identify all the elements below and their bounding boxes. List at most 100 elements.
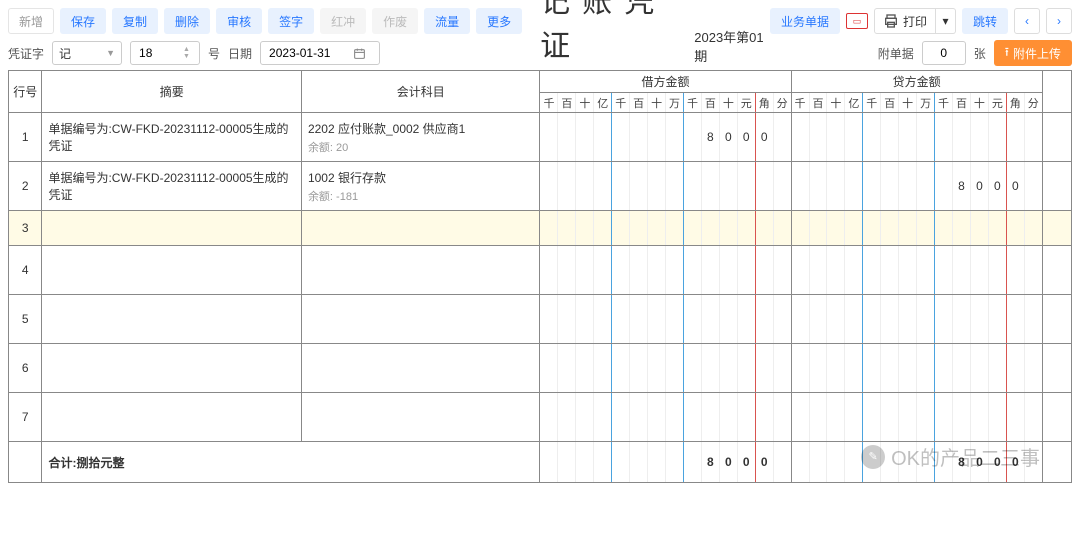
credit-cell[interactable]: [791, 344, 1042, 393]
row-action[interactable]: [1042, 162, 1071, 211]
digit-cell: [540, 246, 557, 294]
digit-cell: [593, 393, 611, 441]
more-button[interactable]: 更多: [476, 8, 522, 34]
subject-cell[interactable]: [302, 224, 540, 232]
debit-cell[interactable]: 8000: [540, 113, 791, 162]
table-row[interactable]: 7: [9, 393, 1072, 442]
digit-cell: [1024, 295, 1042, 343]
digit-label: 千: [683, 93, 701, 112]
summary-cell[interactable]: 单据编号为:CW-FKD-20231112-00005生成的凭证: [42, 116, 300, 158]
digit-cell: [665, 211, 683, 245]
digit-cell: [844, 246, 862, 294]
row-action[interactable]: [1042, 295, 1071, 344]
digit-cell: [934, 295, 952, 343]
debit-cell[interactable]: [540, 344, 791, 393]
table-row[interactable]: 1单据编号为:CW-FKD-20231112-00005生成的凭证2202 应付…: [9, 113, 1072, 162]
void-button[interactable]: 作废: [372, 8, 418, 34]
digit-cell: [701, 344, 719, 392]
voucher-word-select[interactable]: 记 ▼: [52, 41, 122, 65]
next-voucher-button[interactable]: ›: [1046, 8, 1072, 34]
credit-cell[interactable]: [791, 246, 1042, 295]
debit-cell[interactable]: [540, 162, 791, 211]
debit-digit-header: 千百十亿千百十万千百十元角分: [540, 93, 791, 113]
table-row[interactable]: 2单据编号为:CW-FKD-20231112-00005生成的凭证1002 银行…: [9, 162, 1072, 211]
table-row[interactable]: 6: [9, 344, 1072, 393]
summary-cell[interactable]: [42, 266, 300, 274]
credit-cell[interactable]: [791, 295, 1042, 344]
digit-cell: [880, 246, 898, 294]
digit-cell: [557, 295, 575, 343]
digit-cell: [737, 344, 755, 392]
table-row[interactable]: 5: [9, 295, 1072, 344]
copy-button[interactable]: 复制: [112, 8, 158, 34]
table-row[interactable]: 4: [9, 246, 1072, 295]
save-button[interactable]: 保存: [60, 8, 106, 34]
credit-cell[interactable]: [791, 393, 1042, 442]
print-dropdown[interactable]: ▾: [936, 8, 956, 34]
summary-cell[interactable]: [42, 413, 300, 421]
jump-button[interactable]: 跳转: [962, 8, 1008, 34]
digit-cell: [898, 211, 916, 245]
table-row[interactable]: 3: [9, 211, 1072, 246]
debit-cell[interactable]: [540, 246, 791, 295]
credit-cell[interactable]: 8000: [791, 162, 1042, 211]
credit-cell[interactable]: [791, 211, 1042, 246]
reverse-button[interactable]: 红冲: [320, 8, 366, 34]
upload-button[interactable]: ⭱ 附件上传: [994, 40, 1072, 66]
credit-cell[interactable]: [791, 113, 1042, 162]
digit-cell: [683, 113, 701, 161]
step-up-icon[interactable]: ▲: [183, 46, 197, 53]
digit-cell: [575, 344, 593, 392]
digit-cell: [988, 246, 1006, 294]
delete-button[interactable]: 删除: [164, 8, 210, 34]
date-value[interactable]: [267, 45, 349, 61]
summary-cell[interactable]: 单据编号为:CW-FKD-20231112-00005生成的凭证: [42, 165, 300, 207]
summary-cell[interactable]: [42, 364, 300, 372]
audit-button[interactable]: 审核: [216, 8, 262, 34]
subject-cell[interactable]: [302, 413, 540, 421]
row-action[interactable]: [1042, 246, 1071, 295]
digit-cell: [593, 246, 611, 294]
summary-cell[interactable]: [42, 224, 300, 232]
subject-cell[interactable]: 2202 应付账款_0002 供应商1余额: 20: [302, 116, 540, 159]
digit-cell: [629, 393, 647, 441]
row-action[interactable]: [1042, 211, 1071, 246]
row-action[interactable]: [1042, 113, 1071, 162]
voucher-number-input[interactable]: ▲▼: [130, 41, 200, 65]
subject-cell[interactable]: [302, 315, 540, 323]
digit-cell: [916, 211, 934, 245]
debit-cell[interactable]: [540, 211, 791, 246]
print-button[interactable]: 打印 ▾: [874, 8, 956, 34]
subject-cell[interactable]: [302, 266, 540, 274]
attach-count-value[interactable]: [929, 45, 959, 61]
debit-cell[interactable]: [540, 393, 791, 442]
row-action[interactable]: [1042, 344, 1071, 393]
digit-cell: [701, 162, 719, 210]
digit-cell: [862, 246, 880, 294]
digit-cell: [988, 211, 1006, 245]
digit-cell: [575, 442, 593, 482]
digit-cell: [826, 393, 844, 441]
debit-cell[interactable]: [540, 295, 791, 344]
subject-cell[interactable]: 1002 银行存款余额: -181: [302, 165, 540, 208]
summary-cell[interactable]: [42, 315, 300, 323]
flow-button[interactable]: 流量: [424, 8, 470, 34]
subject-cell[interactable]: [302, 364, 540, 372]
digit-cell: [1006, 211, 1024, 245]
digit-label: 千: [540, 93, 557, 112]
step-down-icon[interactable]: ▼: [183, 53, 197, 60]
digit-label: 百: [809, 93, 827, 112]
row-number: 6: [9, 344, 42, 393]
attach-count-input[interactable]: [922, 41, 966, 65]
digit-cell: [557, 211, 575, 245]
header-summary: 摘要: [42, 71, 301, 113]
digit-cell: [862, 113, 880, 161]
biz-doc-button[interactable]: 业务单据: [770, 8, 840, 34]
row-action[interactable]: [1042, 393, 1071, 442]
upload-icon: ⭱: [1005, 43, 1009, 64]
prev-voucher-button[interactable]: ‹: [1014, 8, 1040, 34]
digit-label: 千: [862, 93, 880, 112]
new-button[interactable]: 新增: [8, 8, 54, 34]
sign-button[interactable]: 签字: [268, 8, 314, 34]
date-input[interactable]: [260, 41, 380, 65]
